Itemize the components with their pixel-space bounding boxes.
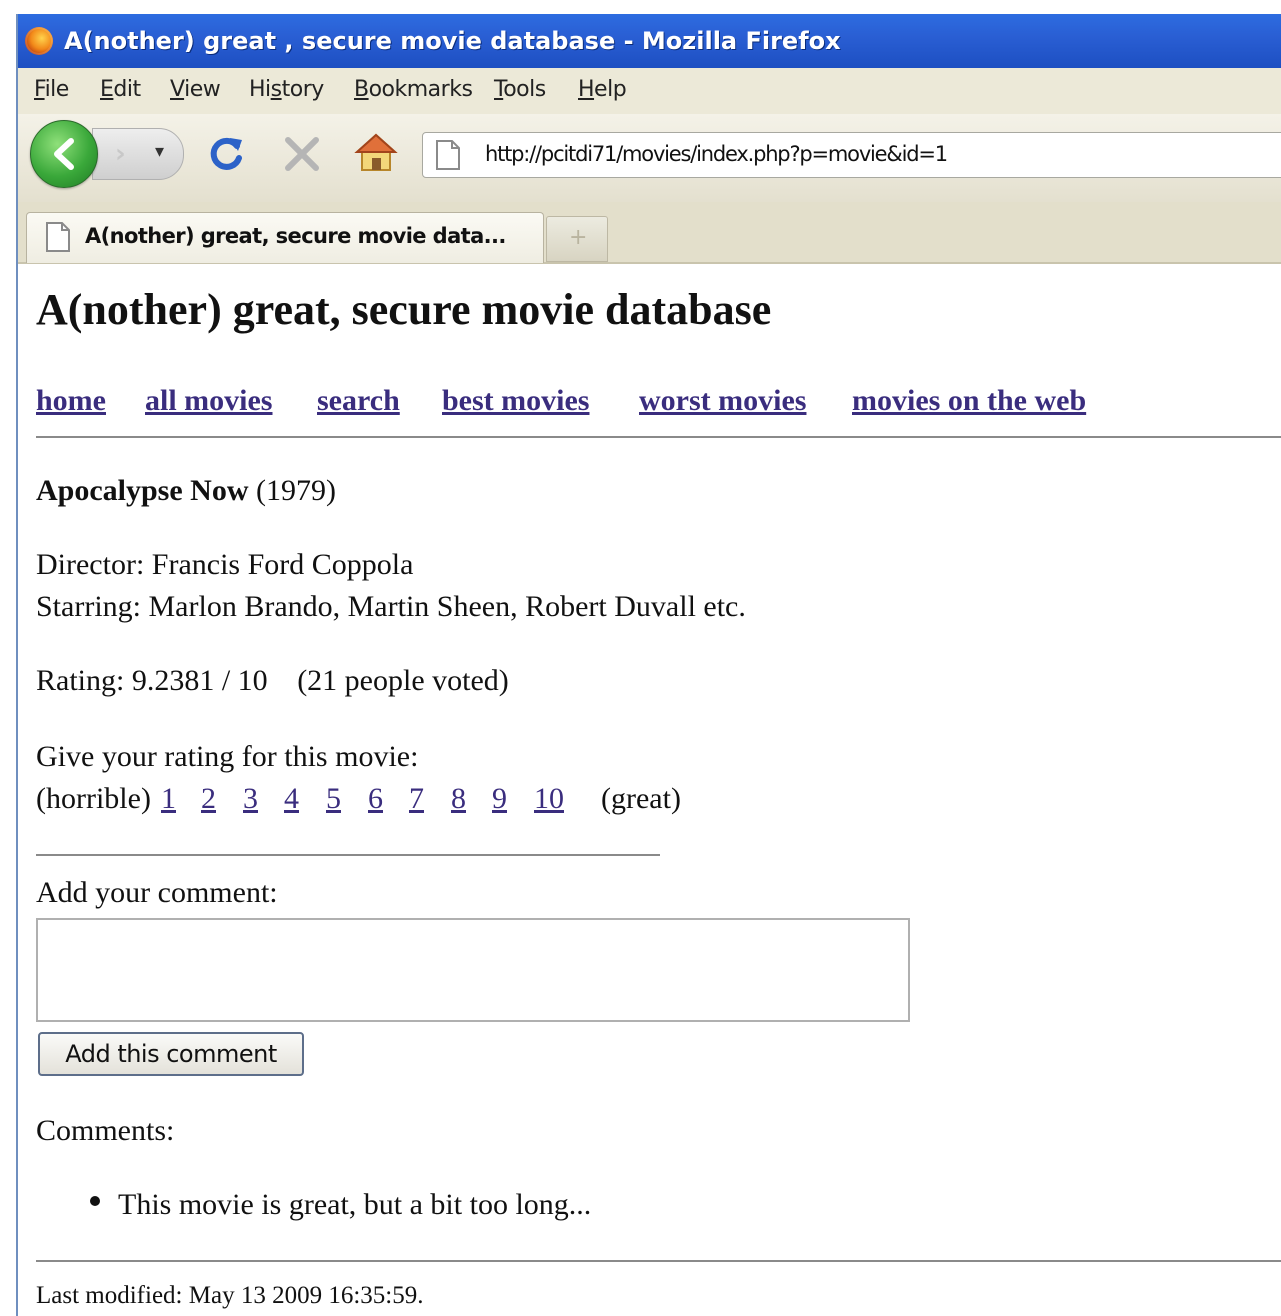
page-title: A(nother) great, secure movie database (36, 285, 772, 334)
page-icon (46, 222, 70, 252)
menu-help[interactable]: Help (578, 77, 627, 102)
nav-link-home[interactable]: home (36, 384, 106, 418)
starring-label: Starring: (36, 590, 141, 623)
back-icon (54, 138, 74, 170)
add-comment-button[interactable]: Add this comment (38, 1032, 304, 1076)
rate-high-label: (great) (601, 782, 681, 815)
menu-bookmarks[interactable]: Bookmarks (354, 77, 473, 102)
rate-prompt: Give your rating for this movie: (36, 740, 419, 773)
navigation-toolbar: › ▾ http://pcitdi71/movies/index.php?p=m… (18, 114, 1281, 203)
page-icon (436, 140, 460, 170)
browser-window: A(nother) great , secure movie database … (16, 14, 1281, 1316)
nav-link-worst-movies[interactable]: worst movies (639, 384, 806, 418)
rating-divider (36, 854, 660, 856)
vote-count: (21 people voted) (297, 664, 509, 697)
rate-link-9[interactable]: 9 (492, 782, 507, 816)
starring-value: Marlon Brando, Martin Sheen, Robert Duva… (148, 590, 746, 623)
director-line: Director: Francis Ford Coppola (36, 548, 413, 582)
window-title: A(nother) great , secure movie database … (64, 27, 841, 55)
comment-item: This movie is great, but a bit too long.… (118, 1188, 592, 1221)
menu-file[interactable]: File (34, 77, 69, 102)
new-tab-button[interactable]: + (546, 216, 608, 262)
menu-tools[interactable]: Tools (494, 77, 546, 102)
starring-line: Starring: Marlon Brando, Martin Sheen, R… (36, 590, 746, 624)
last-modified: Last modified: May 13 2009 16:35:59. (36, 1282, 424, 1309)
url-bar[interactable]: http://pcitdi71/movies/index.php?p=movie… (422, 132, 1281, 178)
menu-edit[interactable]: Edit (100, 77, 141, 102)
rate-link-2[interactable]: 2 (201, 782, 216, 816)
home-icon[interactable] (354, 132, 398, 174)
nav-link-movies-on-the-web[interactable]: movies on the web (852, 384, 1086, 418)
movie-year: (1979) (256, 474, 336, 507)
movie-name: Apocalypse Now (36, 474, 249, 507)
comments-heading: Comments: (36, 1114, 175, 1147)
back-button[interactable] (30, 120, 98, 188)
nav-link-search[interactable]: search (317, 384, 400, 418)
rate-link-10[interactable]: 10 (534, 782, 564, 816)
menu-view[interactable]: View (170, 77, 221, 102)
rating-value: 9.2381 / 10 (131, 664, 268, 697)
rate-link-3[interactable]: 3 (243, 782, 258, 816)
comment-input[interactable] (36, 918, 910, 1022)
footer-divider (36, 1260, 1281, 1262)
nav-link-all-movies[interactable]: all movies (145, 384, 273, 418)
rate-low-label: (horrible) (36, 782, 151, 815)
url-text[interactable]: http://pcitdi71/movies/index.php?p=movie… (485, 142, 948, 166)
rate-link-5[interactable]: 5 (326, 782, 341, 816)
tab-bar: A(nother) great, secure movie data... + (18, 202, 1281, 264)
stop-icon[interactable] (282, 134, 322, 174)
plus-icon: + (569, 225, 588, 250)
comment-label: Add your comment: (36, 876, 278, 909)
header-divider (36, 436, 1281, 438)
director-label: Director: (36, 548, 145, 581)
history-dropdown-icon[interactable]: ▾ (155, 141, 164, 162)
title-bar: A(nother) great , secure movie database … (18, 14, 1281, 68)
rate-link-4[interactable]: 4 (284, 782, 299, 816)
rate-link-1[interactable]: 1 (161, 782, 176, 816)
forward-button[interactable]: › ▾ (92, 128, 184, 180)
menu-bar: File Edit View History Bookmarks Tools H… (18, 68, 1281, 115)
rating-line: Rating: 9.2381 / 10 (21 people voted) (36, 664, 509, 698)
rate-link-8[interactable]: 8 (451, 782, 466, 816)
reload-icon[interactable] (206, 134, 246, 174)
forward-icon: › (115, 139, 126, 169)
director-value: Francis Ford Coppola (151, 548, 414, 581)
nav-link-best-movies[interactable]: best movies (442, 384, 589, 418)
tab-label: A(nother) great, secure movie data... (85, 224, 506, 248)
rate-link-7[interactable]: 7 (409, 782, 424, 816)
rate-link-6[interactable]: 6 (368, 782, 383, 816)
menu-history[interactable]: History (249, 77, 324, 102)
rating-label: Rating: (36, 664, 125, 697)
page-content: A(nother) great, secure movie database h… (18, 264, 1281, 1316)
movie-heading: Apocalypse Now (1979) (36, 474, 336, 508)
bullet-icon (90, 1196, 100, 1206)
firefox-logo-icon (25, 27, 53, 55)
tab-current[interactable]: A(nother) great, secure movie data... (26, 212, 544, 263)
